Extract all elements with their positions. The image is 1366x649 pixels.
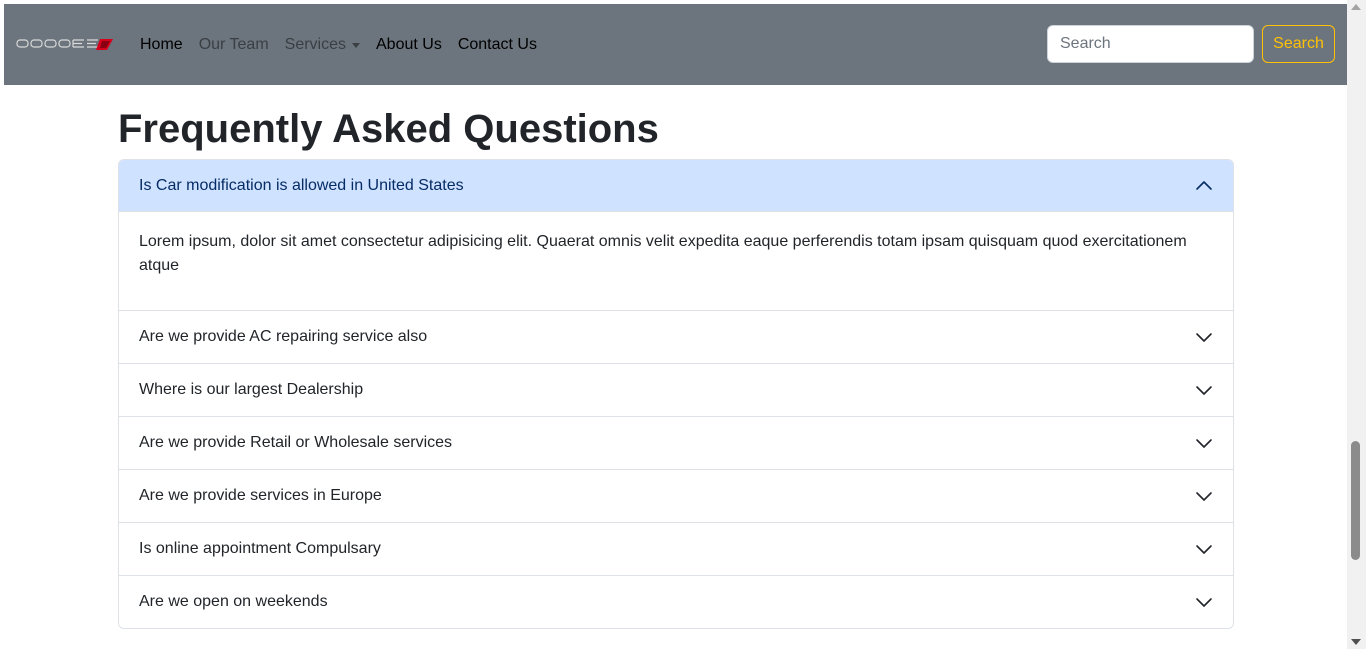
faq-answer: Lorem ipsum, dolor sit amet consectetur …	[139, 233, 1187, 274]
faq-question-text: Are we provide Retail or Wholesale servi…	[139, 434, 453, 451]
faq-item: Where is our largest Dealership	[119, 363, 1233, 416]
search-button[interactable]: Search	[1262, 25, 1335, 63]
faq-question-text: Is online appointment Compulsary	[139, 540, 381, 557]
faq-question-text: Are we provide AC repairing service also	[139, 328, 428, 345]
faq-question-button[interactable]: Is online appointment Compulsary	[119, 523, 1233, 575]
faq-question-button[interactable]: Is Car modification is allowed in United…	[119, 160, 1233, 212]
nav-link-services-label: Services	[284, 36, 346, 53]
faq-item: Is online appointment Compulsary	[119, 522, 1233, 575]
faq-item: Are we open on weekends	[119, 575, 1233, 628]
chevron-up-icon	[1196, 181, 1212, 190]
faq-question-button[interactable]: Where is our largest Dealership	[119, 364, 1233, 416]
scroll-down-arrow-icon[interactable]	[1351, 639, 1361, 645]
faq-question-button[interactable]: Are we provide services in Europe	[119, 470, 1233, 522]
search-input[interactable]	[1047, 25, 1254, 63]
chevron-down-icon	[1196, 492, 1212, 501]
dodge-logo-icon	[16, 39, 113, 50]
chevron-down-icon	[1196, 439, 1212, 448]
caret-down-icon	[352, 42, 360, 48]
vertical-scrollbar[interactable]	[1347, 0, 1366, 649]
faq-question-text: Where is our largest Dealership	[139, 381, 364, 398]
faq-item: Are we provide AC repairing service also	[119, 310, 1233, 363]
faq-item: Are we provide Retail or Wholesale servi…	[119, 416, 1233, 469]
chevron-down-icon	[1196, 333, 1212, 342]
nav-links: Home Our Team Services About Us Contact …	[140, 33, 553, 57]
faq-question-button[interactable]: Are we provide AC repairing service also	[119, 311, 1233, 363]
faq-question-text: Are we provide services in Europe	[139, 487, 382, 504]
nav-link-about-us[interactable]: About Us	[376, 36, 442, 54]
faq-question-button[interactable]: Are we provide Retail or Wholesale servi…	[119, 417, 1233, 469]
faq-question-text: Are we open on weekends	[139, 593, 328, 610]
browser-viewport: Home Our Team Services About Us Contact …	[0, 0, 1366, 649]
nav-link-our-team[interactable]: Our Team	[199, 36, 269, 54]
chevron-down-icon	[1196, 598, 1212, 607]
navbar: Home Our Team Services About Us Contact …	[4, 4, 1347, 85]
nav-link-home[interactable]: Home	[140, 36, 183, 54]
faq-item: Is Car modification is allowed in United…	[119, 160, 1233, 310]
scroll-up-arrow-icon[interactable]	[1351, 4, 1361, 10]
faq-question-text: Is Car modification is allowed in United…	[139, 177, 464, 194]
chevron-down-icon	[1196, 386, 1212, 395]
nav-link-contact-us[interactable]: Contact Us	[458, 36, 537, 54]
chevron-down-icon	[1196, 545, 1212, 554]
scrollbar-thumb[interactable]	[1351, 441, 1360, 560]
faq-question-button[interactable]: Are we open on weekends	[119, 576, 1233, 628]
nav-link-services-dropdown[interactable]: Services	[285, 36, 360, 54]
faq-item: Are we provide services in Europe	[119, 469, 1233, 522]
page-title: Frequently Asked Questions	[118, 107, 659, 151]
brand-logo[interactable]	[16, 36, 116, 52]
faq-accordion: Is Car modification is allowed in United…	[118, 159, 1234, 629]
